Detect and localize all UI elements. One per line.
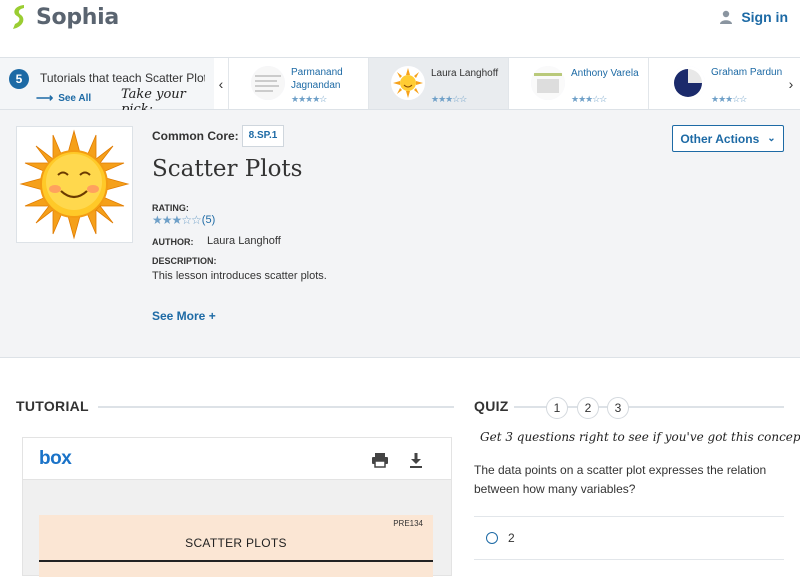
answer-label: 2: [508, 531, 515, 545]
radio-button[interactable]: [486, 532, 498, 544]
tutorial-author-name: Parmanand Jagnandan: [291, 67, 343, 91]
download-icon[interactable]: [407, 451, 425, 469]
rating-stars: ★★★☆☆: [152, 213, 202, 227]
document-page: PRE134 SCATTER PLOTS: [39, 515, 433, 577]
strip-prev-button[interactable]: ‹: [214, 58, 228, 109]
tutorial-card[interactable]: Parmanand Jagnandan ★★★★☆: [228, 58, 368, 109]
tutorial-thumbnail: [251, 66, 285, 100]
see-all-label: See All: [58, 92, 92, 104]
tutorials-strip: 5 Tutorials that teach Scatter Plots ⟶ S…: [0, 57, 800, 117]
arrow-right-icon: ⟶: [36, 91, 54, 105]
lesson-details: Common Core: 8.SP.1 Scatter Plots RATING…: [0, 110, 800, 358]
lesson-title: Scatter Plots: [152, 156, 303, 182]
tutorial-heading: TUTORIAL: [16, 398, 89, 414]
common-core-label: Common Core:: [152, 129, 239, 143]
tutorials-intro-text: Tutorials that teach Scatter Plots: [40, 71, 205, 85]
viewer-toolbar: box: [23, 438, 451, 480]
author-name: Laura Langhoff: [207, 235, 281, 247]
print-icon[interactable]: [371, 451, 389, 469]
tutorial-count-badge: 5: [9, 69, 29, 89]
tutorial-rating-stars: ★★★☆☆: [571, 94, 607, 104]
rating-row[interactable]: ★★★☆☆ (5): [152, 213, 215, 227]
other-actions-label: Other Actions: [680, 131, 760, 146]
site-header: Sophia Sign in: [0, 0, 800, 57]
tutorial-thumbnail: [391, 66, 425, 100]
tutorial-card-active[interactable]: Laura Langhoff ★★★☆☆: [368, 58, 508, 109]
description-label: DESCRIPTION:: [152, 256, 217, 266]
quiz-question-text: The data points on a scatter plot expres…: [474, 463, 767, 496]
tutorial-thumbnail: [531, 66, 565, 100]
document-rule: [39, 560, 433, 562]
tutorial-rating-stars: ★★★☆☆: [431, 94, 467, 104]
tutorial-rating-stars: ★★★★☆: [291, 94, 327, 104]
sun-image: [19, 129, 130, 240]
sophia-logo[interactable]: Sophia: [10, 4, 119, 30]
quiz-answer-option[interactable]: 2: [474, 516, 784, 560]
quiz-heading: QUIZ: [474, 398, 509, 414]
tutorials-intro: 5 Tutorials that teach Scatter Plots ⟶ S…: [0, 58, 214, 117]
document-title: SCATTER PLOTS: [185, 536, 287, 550]
quiz-question-number[interactable]: 3: [607, 397, 629, 419]
sign-in-label: Sign in: [741, 9, 788, 25]
tutorial-card[interactable]: Graham Pardun ★★★☆☆: [648, 58, 784, 109]
tutorial-divider: [98, 406, 454, 408]
tutorial-card[interactable]: Anthony Varela ★★★☆☆: [508, 58, 648, 109]
chevron-down-icon: ⌄: [767, 133, 776, 144]
lesson-thumbnail: [16, 126, 133, 243]
tutorial-author-name: Laura Langhoff: [431, 68, 499, 79]
other-actions-button[interactable]: Other Actions ⌄: [672, 125, 784, 152]
chevron-right-icon: ›: [788, 75, 794, 92]
box-logo: box: [39, 448, 72, 469]
see-all-link[interactable]: ⟶ See All: [36, 91, 91, 105]
quiz-question-number[interactable]: 2: [577, 397, 599, 419]
rating-count: (5): [201, 214, 216, 226]
see-more-link[interactable]: See More +: [152, 309, 216, 323]
document-code: PRE134: [393, 519, 423, 528]
tutorial-author-name: Anthony Varela: [571, 68, 639, 79]
description-text: This lesson introduces scatter plots.: [152, 270, 327, 282]
strip-next-button[interactable]: ›: [784, 58, 798, 109]
quiz-instructions: Get 3 questions right to see if you've g…: [480, 430, 800, 444]
chevron-left-icon: ‹: [218, 75, 224, 92]
tutorial-rating-stars: ★★★☆☆: [711, 94, 747, 104]
user-icon: [720, 10, 733, 24]
author-label: AUTHOR:: [152, 237, 194, 247]
tutorial-author-name: Graham Pardun: [711, 67, 783, 78]
tutorial-thumbnail: [671, 66, 705, 100]
rating-label: RATING:: [152, 203, 189, 213]
logo-text: Sophia: [36, 4, 119, 30]
quiz-question-number[interactable]: 1: [546, 397, 568, 419]
common-core-standard-chip[interactable]: 8.SP.1: [242, 125, 284, 147]
document-viewer[interactable]: box PRE134 SCATTER PLOTS: [22, 437, 452, 577]
sign-in-button[interactable]: Sign in: [719, 9, 788, 25]
sophia-leaf-icon: [13, 5, 24, 29]
